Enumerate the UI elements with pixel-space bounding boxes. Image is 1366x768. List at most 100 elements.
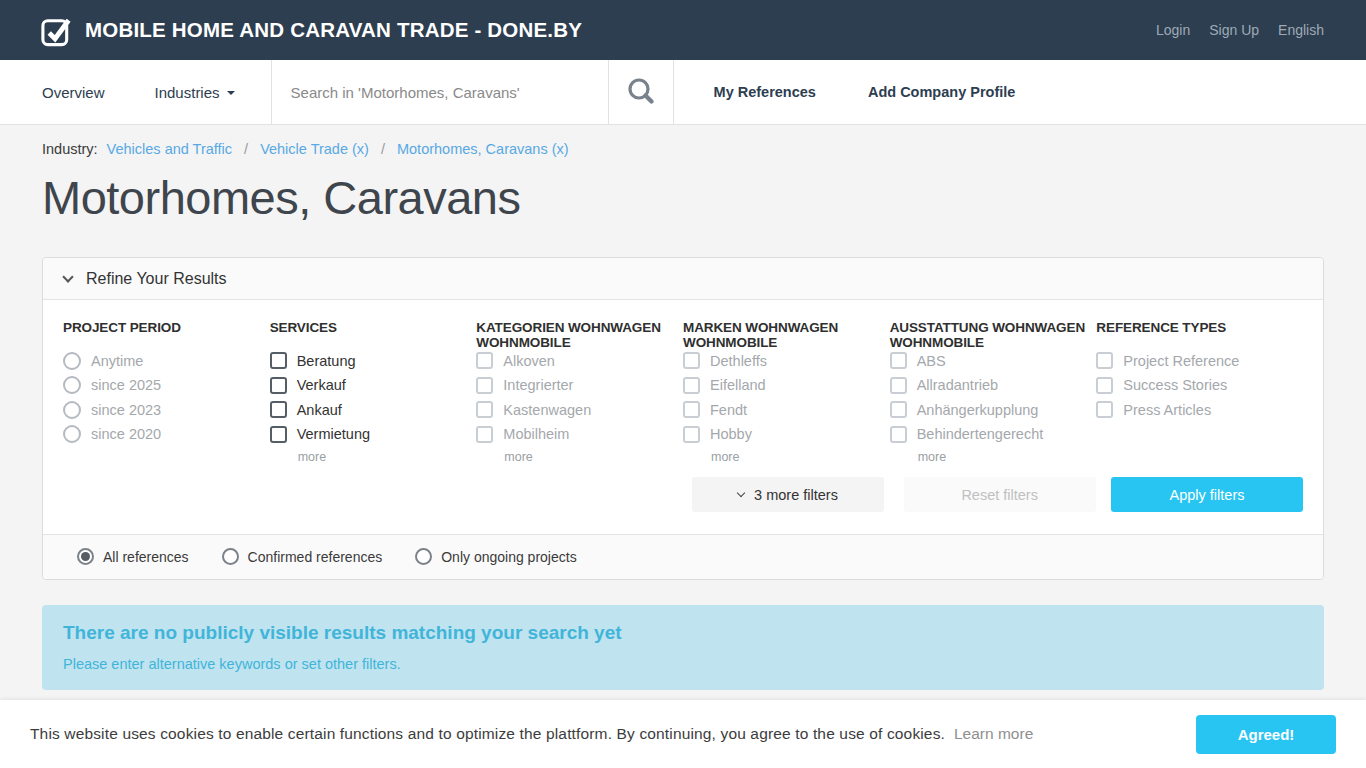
checkbox-option-ankauf[interactable]: Ankauf xyxy=(270,401,477,419)
main-nav: Overview Industries My References Add Co… xyxy=(0,60,1366,125)
checkbox-icon xyxy=(683,426,700,443)
language-link[interactable]: English xyxy=(1278,22,1324,38)
filter-panel-body: PROJECT PERIODAnytimesince 2025since 202… xyxy=(43,300,1323,534)
option-label: since 2020 xyxy=(91,426,161,442)
checkbox-option-project-reference: Project Reference xyxy=(1096,352,1303,370)
filter-group-project-period: PROJECT PERIODAnytimesince 2025since 202… xyxy=(63,320,270,463)
caret-down-icon xyxy=(227,91,235,95)
filter-panel-header[interactable]: Refine Your Results xyxy=(43,258,1323,300)
breadcrumb-motorhomes-caravans[interactable]: Motorhomes, Caravans (x) xyxy=(397,141,569,157)
option-label: Alkoven xyxy=(503,353,555,369)
scope-label: All references xyxy=(103,549,189,565)
more-options-link[interactable]: more xyxy=(504,450,683,463)
empty-results-subtitle: Please enter alternative keywords or set… xyxy=(63,656,1303,672)
option-label: Ankauf xyxy=(297,402,342,418)
option-label: Verkauf xyxy=(297,377,346,393)
checkbox-icon[interactable] xyxy=(270,426,287,443)
radio-icon xyxy=(63,352,81,370)
breadcrumb-label: Industry: xyxy=(42,141,98,157)
filter-panel: Refine Your Results PROJECT PERIODAnytim… xyxy=(42,257,1324,580)
nav-my-references[interactable]: My References xyxy=(674,60,868,124)
checkbox-option-dethleffs: Dethleffs xyxy=(683,352,890,370)
filter-group-title: MARKEN WOHNWAGEN WOHNMOBILE xyxy=(683,320,890,352)
radio-icon xyxy=(63,401,81,419)
radio-icon[interactable] xyxy=(77,548,94,565)
chevron-down-icon xyxy=(62,271,73,282)
option-label: Press Articles xyxy=(1123,402,1211,418)
filter-panel-title: Refine Your Results xyxy=(86,270,227,288)
checkbox-icon[interactable] xyxy=(270,401,287,418)
apply-filters-button[interactable]: Apply filters xyxy=(1111,477,1303,512)
checkbox-icon xyxy=(683,377,700,394)
radio-icon xyxy=(63,376,81,394)
checkbox-icon xyxy=(1096,377,1113,394)
option-label: Beratung xyxy=(297,353,356,369)
scope-radio-only-ongoing-projects[interactable]: Only ongoing projects xyxy=(415,548,576,565)
checkbox-icon xyxy=(890,352,907,369)
more-filters-button[interactable]: 3 more filters xyxy=(692,477,884,512)
checkbox-option-press-articles: Press Articles xyxy=(1096,401,1303,419)
radio-icon[interactable] xyxy=(222,548,239,565)
search-input[interactable] xyxy=(272,84,608,101)
filter-group-services: SERVICESBeratungVerkaufAnkaufVermietungm… xyxy=(270,320,477,463)
option-label: since 2023 xyxy=(91,402,161,418)
checkbox-icon xyxy=(476,426,493,443)
login-link[interactable]: Login xyxy=(1156,22,1190,38)
learn-more-link[interactable]: Learn more xyxy=(954,725,1033,743)
signup-link[interactable]: Sign Up xyxy=(1209,22,1259,38)
radio-option-since-2025: since 2025 xyxy=(63,377,270,395)
checkbox-option-kastenwagen: Kastenwagen xyxy=(476,401,683,419)
option-label: Project Reference xyxy=(1123,353,1239,369)
checkbox-option-anh-ngerkupplung: Anhängerkupplung xyxy=(890,401,1097,419)
more-options-link[interactable]: more xyxy=(918,450,1097,463)
checkbox-option-verkauf[interactable]: Verkauf xyxy=(270,377,477,395)
checkbox-icon xyxy=(683,352,700,369)
radio-option-since-2020: since 2020 xyxy=(63,426,270,444)
reset-filters-button[interactable]: Reset filters xyxy=(904,477,1096,512)
scope-radio-confirmed-references[interactable]: Confirmed references xyxy=(222,548,383,565)
checkbox-option-abs: ABS xyxy=(890,352,1097,370)
checkbox-icon xyxy=(1096,352,1113,369)
brand-title: Mobile Home and Caravan Trade - done.by xyxy=(85,18,582,42)
filter-group-ausstattung-wohnwagen-wohnmobile: AUSSTATTUNG WOHNWAGEN WOHNMOBILEABS Allra… xyxy=(890,320,1097,463)
checkbox-option-beratung[interactable]: Beratung xyxy=(270,352,477,370)
breadcrumb-vehicles-and-traffic[interactable]: Vehicles and Traffic xyxy=(107,141,232,157)
search-button[interactable] xyxy=(608,60,674,124)
search-icon xyxy=(625,76,657,108)
filter-group-title: KATEGORIEN WOHNWAGEN WOHNMOBILE xyxy=(476,320,683,352)
checkbox-icon[interactable] xyxy=(270,352,287,369)
checkbox-icon xyxy=(890,377,907,394)
checkbox-icon[interactable] xyxy=(270,377,287,394)
option-label: ABS xyxy=(917,353,946,369)
nav-add-company-profile[interactable]: Add Company Profile xyxy=(868,60,1015,124)
nav-overview[interactable]: Overview xyxy=(0,60,155,124)
search-field-wrap xyxy=(271,60,608,124)
breadcrumb: Industry: Vehicles and Traffic / Vehicle… xyxy=(42,125,1324,157)
checkbox-option-eifelland: Eifelland xyxy=(683,377,890,395)
checkbox-icon xyxy=(890,426,907,443)
filter-group-title: PROJECT PERIOD xyxy=(63,320,270,352)
scope-radio-all-references[interactable]: All references xyxy=(77,548,189,565)
option-label: Fendt xyxy=(710,402,747,418)
filter-group-marken-wohnwagen-wohnmobile: MARKEN WOHNWAGEN WOHNMOBILEDethleffs Eife… xyxy=(683,320,890,463)
more-options-link[interactable]: more xyxy=(711,450,890,463)
radio-icon[interactable] xyxy=(415,548,432,565)
checkbox-option-success-stories: Success Stories xyxy=(1096,377,1303,395)
checkbox-option-hobby: Hobby xyxy=(683,426,890,444)
filter-group-title: AUSSTATTUNG WOHNWAGEN WOHNMOBILE xyxy=(890,320,1097,352)
more-options-link[interactable]: more xyxy=(298,450,477,463)
breadcrumb-separator: / xyxy=(381,141,385,157)
checkbox-option-integrierter: Integrierter xyxy=(476,377,683,395)
checkbox-option-allradantrieb: Allradantrieb xyxy=(890,377,1097,395)
radio-icon xyxy=(63,425,81,443)
top-header: Mobile Home and Caravan Trade - done.by … xyxy=(0,0,1366,60)
agree-button[interactable]: Agreed! xyxy=(1196,715,1336,754)
option-label: Eifelland xyxy=(710,377,766,393)
option-label: Allradantrieb xyxy=(917,377,998,393)
nav-industries[interactable]: Industries xyxy=(155,60,271,124)
filter-group-reference-types: REFERENCE TYPESProject ReferenceSuccess … xyxy=(1096,320,1303,463)
checkbox-option-vermietung[interactable]: Vermietung xyxy=(270,426,477,444)
breadcrumb-separator: / xyxy=(244,141,248,157)
breadcrumb-vehicle-trade[interactable]: Vehicle Trade (x) xyxy=(260,141,369,157)
option-label: Integrierter xyxy=(503,377,573,393)
